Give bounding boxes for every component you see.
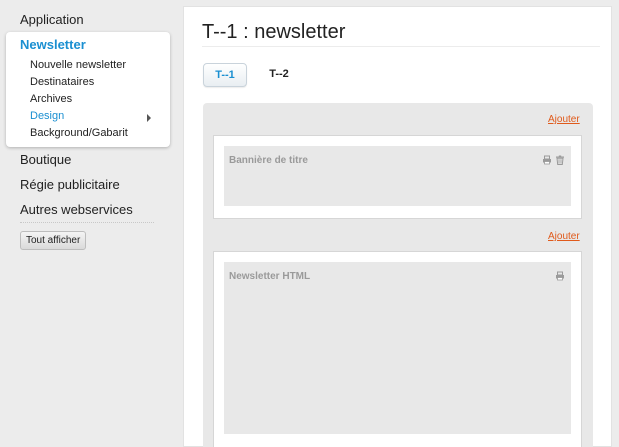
tab-t1[interactable]: T--1 (203, 63, 247, 87)
block-banner-content[interactable]: Bannière de titre (224, 146, 571, 206)
add-block-link[interactable]: Ajouter (548, 231, 580, 242)
print-icon[interactable] (542, 155, 552, 165)
tab-t2[interactable]: T--2 (261, 63, 297, 87)
sub-item-archives[interactable]: Archives (30, 93, 72, 105)
sidebar-divider (20, 222, 154, 223)
block-newsletter-html-content[interactable]: Newsletter HTML (224, 262, 571, 434)
nav-group-newsletter: Newsletter Nouvelle newsletter Destinata… (6, 32, 170, 147)
page-title: T--1 : newsletter (202, 21, 346, 43)
main-panel: T--1 : newsletter T--1 T--2 Ajouter Bann… (183, 6, 612, 447)
title-divider (202, 46, 600, 47)
add-block-link[interactable]: Ajouter (548, 114, 580, 125)
chevron-right-icon (147, 114, 151, 122)
sidebar: Application Newsletter Nouvelle newslett… (0, 0, 178, 447)
print-icon[interactable] (555, 271, 565, 281)
block-newsletter-html: Newsletter HTML (213, 251, 582, 447)
trash-icon[interactable] (555, 155, 565, 165)
sub-item-background-gabarit[interactable]: Background/Gabarit (30, 127, 128, 139)
blocks-area: Ajouter Bannière de titre Ajouter Newsle… (203, 103, 593, 447)
nav-item-application[interactable]: Application (20, 12, 84, 27)
sub-item-design[interactable]: Design (30, 110, 64, 122)
block-label: Bannière de titre (229, 155, 308, 166)
nav-item-autres-webservices[interactable]: Autres webservices (20, 202, 133, 217)
nav-item-newsletter[interactable]: Newsletter (20, 37, 86, 52)
sub-item-destinataires[interactable]: Destinataires (30, 76, 94, 88)
nav-item-regie-publicitaire[interactable]: Régie publicitaire (20, 177, 120, 192)
nav-item-boutique[interactable]: Boutique (20, 152, 71, 167)
block-banner: Bannière de titre (213, 135, 582, 219)
sub-item-nouvelle-newsletter[interactable]: Nouvelle newsletter (30, 59, 126, 71)
block-label: Newsletter HTML (229, 271, 311, 282)
show-all-button[interactable]: Tout afficher (20, 231, 87, 250)
